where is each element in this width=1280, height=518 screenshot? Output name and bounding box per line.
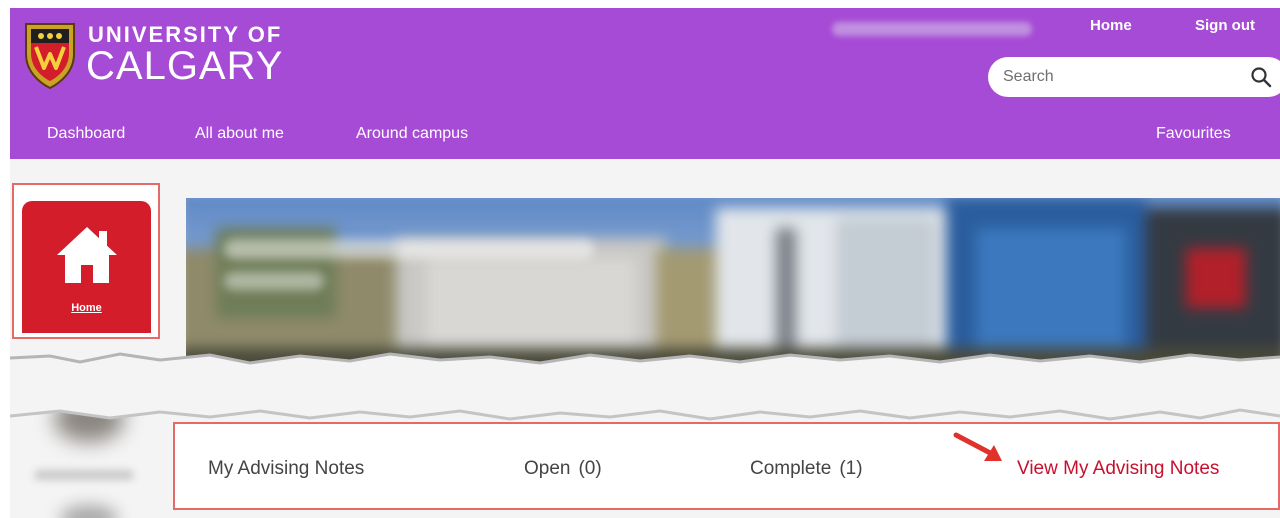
campus-photo <box>186 198 1280 370</box>
search-input[interactable] <box>1003 67 1243 87</box>
view-advising-notes-link[interactable]: View My Advising Notes <box>1017 458 1219 480</box>
advising-open-count: (0) <box>578 458 602 479</box>
top-link-home[interactable]: Home <box>1090 17 1132 34</box>
university-crest-icon <box>25 23 75 90</box>
user-name-blurred <box>832 22 1032 36</box>
welcome-banner-image <box>186 198 1280 370</box>
sidebar-item-blurred-icon-2[interactable] <box>60 505 118 518</box>
nav-around-campus[interactable]: Around campus <box>356 125 468 143</box>
site-header: UNIVERSITY OF CALGARY Home Sign out Dash… <box>10 8 1280 159</box>
advising-notes-title: My Advising Notes <box>208 458 365 479</box>
brand-line-calgary: CALGARY <box>86 44 284 88</box>
search-icon[interactable] <box>1250 66 1272 88</box>
advising-complete-count: (1) <box>839 458 863 479</box>
nav-favourites[interactable]: Favourites <box>1156 125 1231 143</box>
sidebar-home-tile[interactable]: Home <box>22 201 151 333</box>
university-logo[interactable]: UNIVERSITY OF CALGARY <box>22 20 290 90</box>
student-centre-page: UNIVERSITY OF CALGARY Home Sign out Dash… <box>10 8 1280 518</box>
banner-subheading-blurred <box>224 272 324 290</box>
home-tile-highlight: Home <box>12 183 160 339</box>
advising-open-status: Open (0) <box>524 458 602 480</box>
search-box[interactable] <box>988 57 1280 97</box>
nav-dashboard[interactable]: Dashboard <box>47 125 125 143</box>
advising-complete-label: Complete <box>750 458 832 479</box>
advising-complete-status: Complete (1) <box>750 458 863 480</box>
torn-paper-divider <box>10 352 1280 421</box>
advising-open-label: Open <box>524 458 571 479</box>
sidebar-item-blurred-label <box>34 470 134 480</box>
home-icon <box>57 227 117 283</box>
nav-all-about-me[interactable]: All about me <box>195 125 284 143</box>
annotation-arrow-icon <box>953 432 1002 461</box>
top-link-sign-out[interactable]: Sign out <box>1195 17 1255 34</box>
banner-heading-blurred <box>224 239 594 259</box>
advising-notes-bar: My Advising Notes Open (0) Complete (1) Vi… <box>173 422 1280 510</box>
sidebar-home-label: Home <box>71 302 102 314</box>
